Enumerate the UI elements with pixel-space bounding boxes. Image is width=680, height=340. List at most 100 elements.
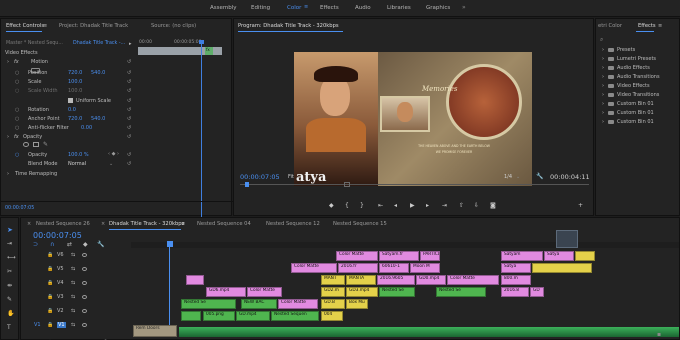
tab-effect-controls[interactable]: Effect Controls — [6, 23, 44, 29]
scale-width-reset-icon[interactable]: ↺ — [127, 88, 131, 94]
timeline-ruler[interactable] — [131, 242, 679, 248]
rotation-stopwatch-icon[interactable]: ○ — [15, 107, 19, 113]
go-to-in-icon[interactable]: ⇤ — [378, 202, 383, 209]
track-select-tool-icon[interactable]: ⇥ — [7, 240, 12, 247]
opacity-stopwatch-icon[interactable]: ○ — [15, 152, 19, 158]
tab-project[interactable]: Project: Dhadak Title Track — [59, 23, 128, 29]
timeline-clip[interactable]: Nested Se — [181, 299, 236, 309]
lock-icon[interactable]: 🔒 — [47, 280, 53, 286]
timeline-close-icon[interactable]: × — [27, 221, 31, 227]
timeline-playhead-handle[interactable] — [167, 241, 173, 247]
visibility-eye-icon[interactable] — [82, 267, 87, 271]
sync-lock-icon[interactable]: ⇆ — [71, 266, 75, 272]
timeline-menu-icon[interactable]: ≡ — [181, 221, 185, 227]
sync-lock-icon[interactable]: ⇆ — [71, 322, 75, 328]
step-forward-icon[interactable]: ▸ — [426, 202, 429, 209]
uniform-scale-checkbox[interactable] — [68, 98, 73, 103]
snap-icon[interactable]: ∩ — [50, 241, 54, 248]
timeline-clip[interactable]: MANTA — [346, 275, 376, 285]
timeline-work-area[interactable] — [556, 230, 578, 248]
pen-tool-icon[interactable]: ✎ — [7, 296, 12, 303]
scale-width-value[interactable]: 100.0 — [68, 88, 82, 94]
timeline-clip[interactable]: MANT — [321, 275, 345, 285]
ripple-edit-tool-icon[interactable]: ⟷ — [7, 254, 16, 261]
opacity-expand-icon[interactable]: › — [7, 134, 9, 140]
timeline-clip[interactable]: 800.m — [501, 275, 531, 285]
timeline-clip[interactable]: Color Matte — [336, 251, 378, 261]
timeline-clip[interactable]: GD2.m — [321, 287, 345, 297]
lock-icon[interactable]: 🔒 — [47, 322, 53, 328]
zoom-select[interactable]: Fit — [288, 174, 294, 180]
tab-effects[interactable]: Effects — [638, 23, 656, 29]
timeline-clip[interactable] — [532, 263, 592, 273]
anchor-stopwatch-icon[interactable]: ○ — [15, 116, 19, 122]
anchor-y-value[interactable]: 540.0 — [91, 116, 105, 122]
position-reset-icon[interactable]: ↺ — [127, 70, 131, 76]
keyframe-nav-icon[interactable]: ‹ ◆ › — [108, 151, 119, 157]
tab-nested-seq-15[interactable]: Nested Sequence 15 — [333, 221, 387, 227]
go-to-out-icon[interactable]: ⇥ — [442, 202, 447, 209]
nest-toggle-icon[interactable]: ⊃ — [33, 241, 38, 248]
workspace-color[interactable]: Color — [287, 5, 301, 11]
timeline-clip[interactable]: Nested Se — [436, 287, 486, 297]
sync-lock-icon[interactable]: ⇆ — [71, 294, 75, 300]
rotation-reset-icon[interactable]: ↺ — [127, 107, 131, 113]
program-video-frame[interactable]: Memories THE HEAVEN ABOVE AND THE EARTH … — [294, 52, 532, 186]
audio-clip[interactable]: Rem Doors — [133, 325, 177, 337]
timeline-clip[interactable]: GD.mp4 — [236, 311, 270, 321]
uniform-reset-icon[interactable]: ↺ — [127, 98, 131, 104]
rotation-value[interactable]: 0.0 — [68, 107, 76, 113]
export-frame-icon[interactable]: ◙ — [490, 202, 496, 209]
anchor-reset-icon[interactable]: ↺ — [127, 116, 131, 122]
timeline-clip[interactable]: Satya — [501, 263, 531, 273]
timeline-clip[interactable]: Satyam — [501, 251, 543, 261]
audio-waveform[interactable] — [179, 327, 679, 337]
step-back-icon[interactable]: ◂ — [394, 202, 397, 209]
add-marker-icon[interactable]: ◆ — [329, 202, 334, 209]
workspace-assembly[interactable]: Assembly — [210, 5, 237, 11]
linked-selection-icon[interactable]: ⇄ — [67, 241, 72, 248]
visibility-eye-icon[interactable] — [82, 323, 87, 327]
program-monitor-title[interactable]: Program: Dhadak Title Track - 320kbps — [238, 23, 339, 29]
timeline-clip[interactable]: Color Matte — [291, 263, 337, 273]
blend-mode-select[interactable]: Normal — [68, 161, 86, 167]
resolution-chevron-icon[interactable]: ⌄ — [516, 174, 520, 180]
timeline-timecode[interactable]: 00:00:07:05 — [33, 231, 82, 240]
track-header-v2[interactable]: 🔒 V2 ⇆ — [21, 305, 131, 318]
visibility-eye-icon[interactable] — [82, 253, 87, 257]
position-x-value[interactable]: 720.0 — [68, 70, 82, 76]
add-button-icon[interactable]: + — [578, 202, 583, 209]
pen-mask-icon[interactable]: ✎ — [43, 141, 48, 148]
opacity-reset-icon[interactable]: ↺ — [127, 152, 131, 158]
lock-icon[interactable]: 🔒 — [47, 294, 53, 300]
lock-icon[interactable]: 🔒 — [47, 252, 53, 258]
position-stopwatch-icon[interactable]: ○ — [15, 70, 19, 76]
active-seq-close-icon[interactable]: × — [101, 221, 105, 227]
tab-nested-seq-04[interactable]: Nested Sequence 04 — [197, 221, 251, 227]
effects-panel-menu-icon[interactable]: ≡ — [658, 23, 662, 29]
track-header-v5[interactable]: 🔒 V5 ⇆ — [21, 263, 131, 276]
timeline-clip[interactable] — [181, 311, 201, 321]
workspace-effects[interactable]: Effects — [320, 5, 339, 11]
program-timecode[interactable]: 00:00:07:05 — [240, 173, 280, 181]
add-marker-tl-icon[interactable]: ◆ — [83, 241, 88, 248]
opacity-value[interactable]: 100.0 % — [68, 152, 89, 158]
timeline-clip[interactable]: 004 — [321, 311, 343, 321]
blend-mode-chevron-icon[interactable]: ⌄ — [109, 161, 113, 167]
play-icon[interactable]: ▶ — [410, 202, 415, 209]
visibility-eye-icon[interactable] — [82, 281, 87, 285]
timeline-clip[interactable]: 005.png — [203, 311, 235, 321]
antiflicker-reset-icon[interactable]: ↺ — [127, 125, 131, 131]
timeline-clip[interactable]: GD — [530, 287, 544, 297]
fx-badge-icon[interactable]: fx — [14, 59, 19, 65]
scale-stopwatch-icon[interactable]: ○ — [15, 79, 19, 85]
lift-icon[interactable]: ⇧ — [459, 202, 464, 209]
workspace-menu-icon[interactable]: ≡ — [304, 4, 308, 10]
program-scrubber-track[interactable] — [240, 184, 589, 185]
workspace-libraries[interactable]: Libraries — [387, 5, 411, 11]
blend-reset-icon[interactable]: ↺ — [127, 161, 131, 167]
timeline-settings-icon[interactable]: 🔧 — [97, 241, 104, 248]
tab-nested-seq-26[interactable]: Nested Sequence 26 — [36, 221, 90, 227]
wrench-icon[interactable]: 🔧 — [536, 173, 543, 180]
extract-icon[interactable]: ⇩ — [474, 202, 479, 209]
